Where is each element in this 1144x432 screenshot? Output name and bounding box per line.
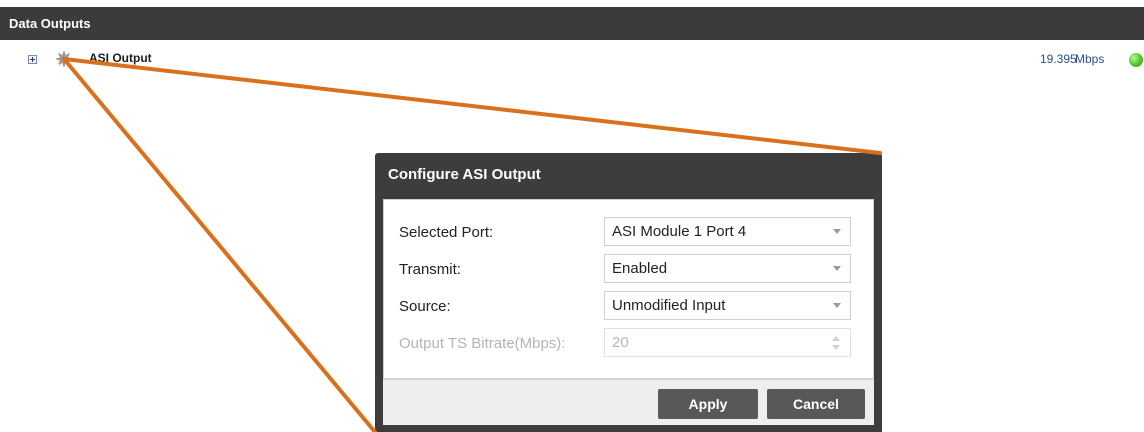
section-title: Data Outputs (9, 16, 91, 31)
chevron-down-icon (833, 266, 841, 271)
annotation-line (62, 57, 377, 432)
dialog-title: Configure ASI Output (388, 166, 541, 183)
selected-port-select[interactable]: ASI Module 1 Port 4 (604, 217, 851, 246)
transmit-label: Transmit: (399, 261, 461, 278)
output-bitrate-label: Output TS Bitrate(Mbps): (399, 335, 566, 352)
configure-asi-dialog: Configure ASI Output Selected Port: ASI … (375, 153, 882, 432)
chevron-down-icon (833, 229, 841, 234)
bitrate-unit: Mbps (1075, 52, 1105, 66)
spin-down-icon (832, 345, 840, 350)
dialog-form: Selected Port: ASI Module 1 Port 4 Trans… (383, 199, 874, 379)
source-label: Source: (399, 298, 451, 315)
output-bitrate-value: 20 (612, 334, 629, 351)
section-header: Data Outputs (0, 7, 1144, 40)
dialog-footer: Apply Cancel (383, 379, 874, 425)
apply-button[interactable]: Apply (658, 389, 758, 419)
transmit-select[interactable]: Enabled (604, 254, 851, 283)
output-row-asi: ASI Output 19.395 Mbps (0, 42, 1144, 76)
source-value: Unmodified Input (612, 297, 726, 314)
selected-port-label: Selected Port: (399, 224, 494, 241)
source-select[interactable]: Unmodified Input (604, 291, 851, 320)
chevron-down-icon (833, 303, 841, 308)
selected-port-value: ASI Module 1 Port 4 (612, 223, 747, 240)
gear-icon[interactable] (56, 51, 72, 67)
cancel-button[interactable]: Cancel (767, 389, 865, 419)
output-name[interactable]: ASI Output (89, 51, 152, 65)
output-bitrate-stepper: 20 (604, 328, 851, 357)
expand-icon[interactable] (28, 55, 37, 64)
bitrate-value: 19.395 (1040, 52, 1077, 66)
status-indicator-icon (1129, 53, 1143, 67)
spin-up-icon (832, 336, 840, 341)
transmit-value: Enabled (612, 260, 668, 277)
